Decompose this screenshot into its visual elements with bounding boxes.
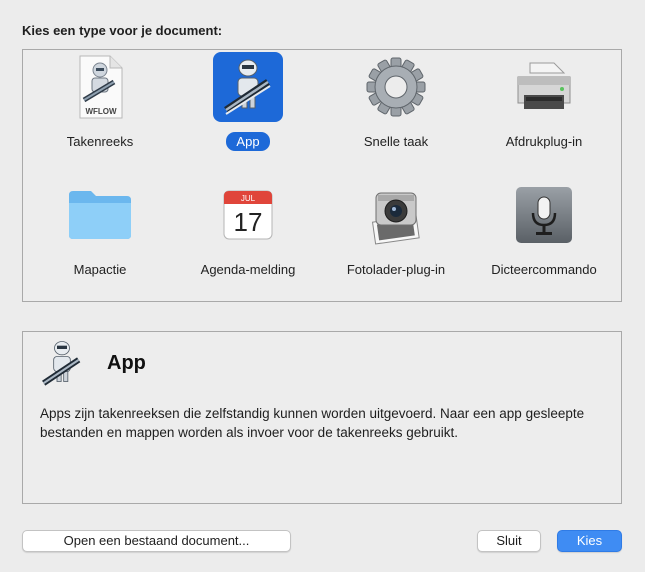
calendar-icon: JUL 17 [213, 180, 283, 250]
automator-robot-icon [37, 338, 87, 390]
folder-icon [65, 180, 135, 250]
microphone-icon [509, 180, 579, 250]
printer-icon [509, 52, 579, 122]
dialog-heading: Kies een type voor je document: [22, 23, 223, 38]
tile-takenreeks[interactable]: WFLOW Takenreeks [30, 52, 170, 172]
tile-label: Snelle taak [363, 134, 429, 149]
description-title: App [107, 352, 146, 374]
tile-agenda-melding[interactable]: JUL 17 Agenda-melding [178, 180, 318, 300]
tile-afdrukplug-in[interactable]: Afdrukplug-in [474, 52, 614, 172]
tile-snelle-taak[interactable]: Snelle taak [326, 52, 466, 172]
document-type-grid: WFLOW Takenreeks App Snelle taak Afdrukp… [22, 49, 622, 302]
choose-button[interactable]: Kies [557, 530, 622, 552]
description-panel: App Apps zijn takenreeksen die zelfstand… [22, 331, 622, 504]
description-text: Apps zijn takenreeksen die zelfstandig k… [40, 406, 585, 440]
camera-photos-icon [361, 180, 431, 250]
tile-label: Afdrukplug-in [505, 134, 583, 149]
workflow-file-icon: WFLOW [65, 52, 135, 122]
tile-fotolader-plug-in[interactable]: Fotolader-plug-in [326, 180, 466, 300]
tile-label: Dicteercommando [491, 262, 597, 277]
automator-robot-icon [213, 52, 283, 122]
tile-label: Agenda-melding [200, 262, 296, 277]
tile-label: Takenreeks [66, 134, 134, 149]
tile-mapactie[interactable]: Mapactie [30, 180, 170, 300]
open-existing-document-button[interactable]: Open een bestaand document... [22, 530, 291, 552]
calendar-day: 17 [234, 207, 263, 237]
close-button[interactable]: Sluit [477, 530, 541, 552]
tile-label: App [178, 132, 318, 151]
tile-app[interactable]: App [178, 52, 318, 172]
tile-label: Fotolader-plug-in [346, 262, 446, 277]
tile-dicteercommando[interactable]: Dicteercommando [474, 180, 614, 300]
gear-icon [361, 52, 431, 122]
tile-label: Mapactie [73, 262, 127, 277]
calendar-month: JUL [241, 194, 256, 203]
wflow-badge: WFLOW [85, 107, 117, 116]
